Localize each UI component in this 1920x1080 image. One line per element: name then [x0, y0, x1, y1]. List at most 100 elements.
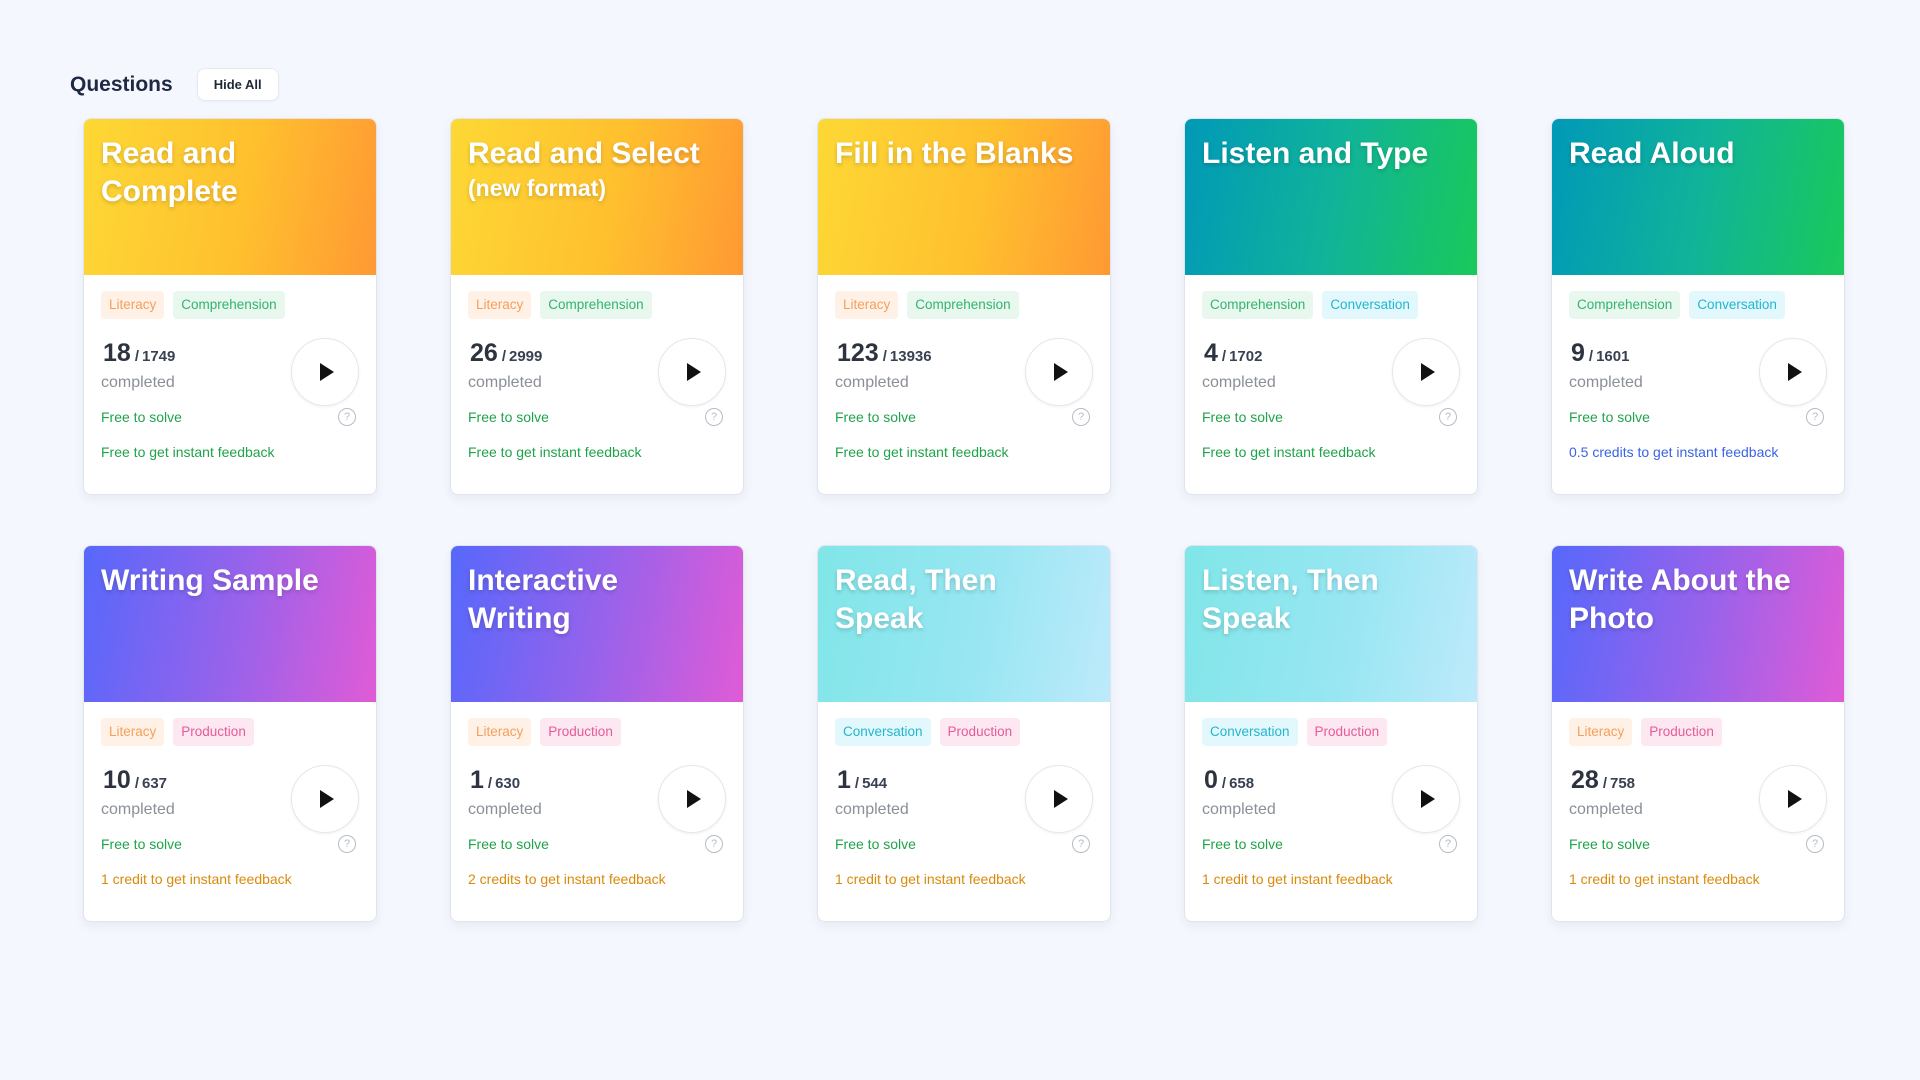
total-count: 1601: [1596, 348, 1630, 365]
count-separator: /: [134, 348, 139, 365]
tag-list: Literacy Production: [1569, 718, 1827, 746]
help-icon[interactable]: ?: [1439, 835, 1457, 853]
question-card-read-aloud[interactable]: Read Aloud Comprehension Conversation 9 …: [1551, 118, 1845, 495]
completed-count: 1: [470, 766, 484, 794]
play-button[interactable]: [291, 338, 359, 406]
tag-conversation: Conversation: [1202, 718, 1298, 746]
play-button[interactable]: [1025, 338, 1093, 406]
help-icon[interactable]: ?: [705, 408, 723, 426]
play-icon: [1054, 790, 1068, 808]
question-card-write-about-the-photo[interactable]: Write About the Photo Literacy Productio…: [1551, 545, 1845, 922]
feedback-cost: 1 credit to get instant feedback: [1202, 871, 1393, 887]
tag-list: Comprehension Conversation: [1202, 291, 1460, 319]
play-button[interactable]: [291, 765, 359, 833]
completed-count: 1: [837, 766, 851, 794]
question-card-listen-and-type[interactable]: Listen and Type Comprehension Conversati…: [1184, 118, 1478, 495]
question-card-read-and-select[interactable]: Read and Select (new format) Literacy Co…: [450, 118, 744, 495]
tag-comprehension: Comprehension: [907, 291, 1019, 319]
completed-count: 18: [103, 339, 131, 367]
play-icon: [687, 363, 701, 381]
play-button[interactable]: [1392, 765, 1460, 833]
tag-conversation: Conversation: [1322, 291, 1418, 319]
tag-literacy: Literacy: [468, 291, 532, 319]
count-separator: /: [134, 775, 139, 792]
play-button[interactable]: [1759, 338, 1827, 406]
completed-count: 0: [1204, 766, 1218, 794]
question-card-read-and-complete[interactable]: Read and Complete Literacy Comprehension…: [83, 118, 377, 495]
help-icon[interactable]: ?: [1439, 408, 1457, 426]
total-count: 758: [1609, 775, 1636, 792]
tag-production: Production: [540, 718, 621, 746]
completed-count: 28: [1571, 766, 1599, 794]
tag-production: Production: [173, 718, 254, 746]
play-button[interactable]: [1025, 765, 1093, 833]
solve-cost: Free to solve: [101, 836, 182, 852]
hide-all-button[interactable]: Hide All: [196, 68, 279, 101]
question-card-listen-then-speak[interactable]: Listen, Then Speak Conversation Producti…: [1184, 545, 1478, 922]
feedback-cost: 0.5 credits to get instant feedback: [1569, 444, 1779, 460]
feedback-cost: 2 credits to get instant feedback: [468, 871, 666, 887]
question-card-read-then-speak[interactable]: Read, Then Speak Conversation Production…: [817, 545, 1111, 922]
completed-count: 4: [1204, 339, 1218, 367]
total-count: 630: [495, 775, 521, 792]
card-banner: Read and Select (new format): [451, 119, 743, 275]
count-separator: /: [882, 348, 887, 365]
feedback-cost: 1 credit to get instant feedback: [1569, 871, 1760, 887]
feedback-cost: Free to get instant feedback: [101, 444, 275, 460]
total-count: 658: [1229, 775, 1255, 792]
tag-list: Comprehension Conversation: [1569, 291, 1827, 319]
tag-production: Production: [1306, 718, 1388, 746]
tag-literacy: Literacy: [1569, 718, 1633, 746]
card-banner: Fill in the Blanks: [818, 119, 1110, 275]
card-title: Interactive Writing: [468, 564, 619, 635]
play-button[interactable]: [658, 765, 726, 833]
tag-literacy: Literacy: [468, 718, 532, 746]
page-title: Questions: [70, 72, 173, 96]
card-banner: Write About the Photo: [1552, 546, 1844, 702]
question-card-interactive-writing[interactable]: Interactive Writing Literacy Production …: [450, 545, 744, 922]
tag-list: Literacy Comprehension: [468, 291, 726, 319]
question-grid: Read and Complete Literacy Comprehension…: [83, 118, 1845, 922]
tag-list: Literacy Comprehension: [835, 291, 1093, 319]
tag-comprehension: Comprehension: [540, 291, 652, 319]
solve-cost: Free to solve: [468, 409, 549, 425]
solve-cost: Free to solve: [1569, 836, 1650, 852]
play-button[interactable]: [1392, 338, 1460, 406]
play-icon: [1054, 363, 1068, 381]
play-icon: [320, 363, 334, 381]
tag-list: Conversation Production: [1202, 718, 1460, 746]
card-title: Fill in the Blanks: [835, 137, 1074, 170]
help-icon[interactable]: ?: [1806, 835, 1824, 853]
tag-literacy: Literacy: [835, 291, 899, 319]
card-title: Listen, Then Speak: [1202, 564, 1379, 635]
play-button[interactable]: [1759, 765, 1827, 833]
feedback-cost: 1 credit to get instant feedback: [835, 871, 1026, 887]
completed-count: 10: [103, 766, 131, 794]
tag-production: Production: [939, 718, 1021, 746]
tag-list: Literacy Production: [468, 718, 726, 746]
card-banner: Listen and Type: [1185, 119, 1477, 275]
help-icon[interactable]: ?: [1072, 835, 1090, 853]
card-title: Read Aloud: [1569, 137, 1735, 170]
play-icon: [1788, 790, 1802, 808]
solve-cost: Free to solve: [835, 836, 916, 852]
feedback-cost: Free to get instant feedback: [468, 444, 642, 460]
question-card-writing-sample[interactable]: Writing Sample Literacy Production 10 / …: [83, 545, 377, 922]
play-button[interactable]: [658, 338, 726, 406]
tag-conversation: Conversation: [835, 718, 931, 746]
help-icon[interactable]: ?: [338, 408, 356, 426]
help-icon[interactable]: ?: [1072, 408, 1090, 426]
card-title: Read, Then Speak: [835, 564, 997, 635]
count-separator: /: [1602, 775, 1607, 792]
help-icon[interactable]: ?: [705, 835, 723, 853]
count-separator: /: [501, 348, 506, 365]
help-icon[interactable]: ?: [338, 835, 356, 853]
total-count: 637: [141, 775, 168, 792]
help-icon[interactable]: ?: [1806, 408, 1824, 426]
total-count: 13936: [889, 348, 932, 365]
play-icon: [1421, 363, 1435, 381]
tag-comprehension: Comprehension: [173, 291, 285, 319]
question-card-fill-in-the-blanks[interactable]: Fill in the Blanks Literacy Comprehensio…: [817, 118, 1111, 495]
card-banner: Read, Then Speak: [818, 546, 1110, 702]
play-icon: [1788, 363, 1802, 381]
